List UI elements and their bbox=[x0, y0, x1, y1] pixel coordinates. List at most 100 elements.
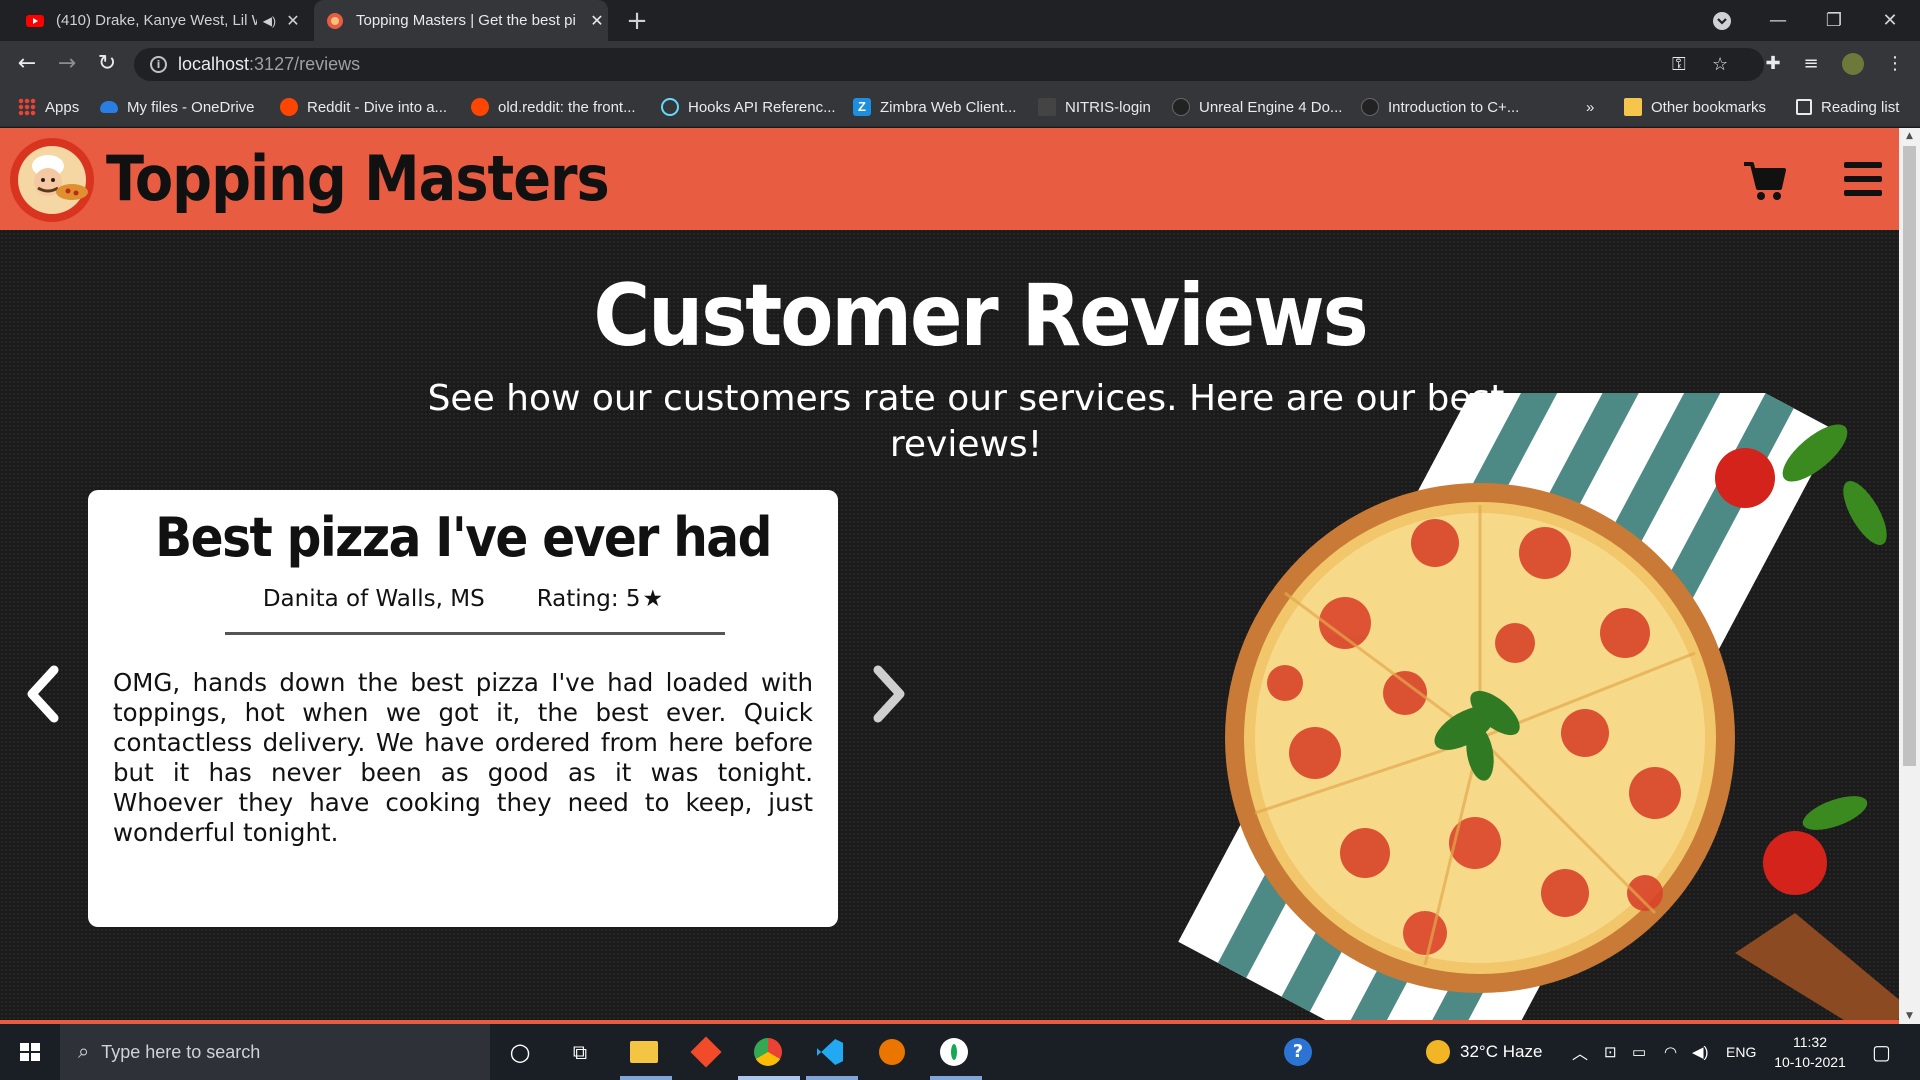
taskbar: ⌕ Type here to search ○ ⧉ ? 32°C Haze ︿ … bbox=[0, 1024, 1920, 1080]
clock-date: 10-10-2021 bbox=[1774, 1054, 1846, 1070]
mongodb-active-indicator bbox=[930, 1076, 982, 1080]
mongodb-compass-icon[interactable] bbox=[934, 1032, 974, 1072]
page-viewport: Topping Masters Customer Reviews See how… bbox=[0, 128, 1899, 1024]
clock[interactable]: 11:32 10-10-2021 bbox=[1768, 1032, 1852, 1072]
url-text[interactable]: localhost:3127/reviews bbox=[178, 48, 360, 81]
chrome-icon[interactable] bbox=[748, 1032, 788, 1072]
bookmark-unreal[interactable]: Unreal Engine 4 Do... bbox=[1172, 87, 1342, 127]
tray-overflow-chevron-icon[interactable]: ︿ bbox=[1572, 1024, 1588, 1080]
browser-tab-strip: (410) Drake, Kanye West, Lil W ◀) ✕ Topp… bbox=[0, 0, 1920, 41]
close-tab-icon[interactable]: ✕ bbox=[282, 11, 304, 31]
git-app-icon[interactable] bbox=[686, 1032, 726, 1072]
language-indicator[interactable]: ENG bbox=[1726, 1024, 1756, 1080]
restore-icon[interactable]: ❐ bbox=[1806, 0, 1862, 41]
network-icon[interactable]: ⊡ bbox=[1604, 1024, 1617, 1080]
bookmark-nitris[interactable]: NITRIS-login bbox=[1038, 87, 1151, 127]
zimbra-icon: Z bbox=[853, 98, 871, 116]
explorer-active-indicator bbox=[620, 1076, 672, 1080]
bookmark-intro-cpp[interactable]: Introduction to C+... bbox=[1361, 87, 1519, 127]
review-author: Danita of Walls, MS bbox=[262, 586, 485, 612]
tab-title: Topping Masters | Get the best pi bbox=[356, 12, 576, 29]
clock-time: 11:32 bbox=[1793, 1034, 1827, 1050]
carousel-next-icon[interactable] bbox=[868, 664, 908, 724]
search-icon: ⌕ bbox=[78, 1040, 90, 1063]
tab-search-icon[interactable] bbox=[1694, 0, 1750, 41]
more-menu-icon[interactable]: ⋮ bbox=[1878, 41, 1912, 87]
reading-list-icon bbox=[1796, 99, 1812, 115]
bookmark-zimbra[interactable]: Z Zimbra Web Client... bbox=[853, 87, 1016, 127]
bookmark-other[interactable]: Other bookmarks bbox=[1624, 87, 1766, 127]
minimize-icon[interactable]: — bbox=[1750, 0, 1806, 41]
new-tab-button[interactable]: + bbox=[622, 6, 652, 36]
bookmark-hooks-api[interactable]: Hooks API Referenc... bbox=[661, 87, 836, 127]
bookmark-apps[interactable]: Apps bbox=[18, 87, 79, 127]
bookmark-onedrive[interactable]: My files - OneDrive bbox=[100, 87, 255, 127]
wifi-icon[interactable]: ◠ bbox=[1664, 1024, 1677, 1080]
scroll-down-icon[interactable]: ▼ bbox=[1899, 1008, 1920, 1024]
media-control-icon[interactable]: ≡ bbox=[1794, 41, 1828, 87]
nitris-icon bbox=[1038, 98, 1056, 116]
topping-masters-favicon-icon bbox=[327, 12, 343, 29]
taskbar-search[interactable]: ⌕ Type here to search bbox=[60, 1024, 490, 1080]
hamburger-menu-icon[interactable] bbox=[1844, 162, 1882, 196]
review-card: Best pizza I've ever had Danita of Walls… bbox=[88, 490, 838, 927]
review-body: OMG, hands down the best pizza I've had … bbox=[113, 668, 813, 847]
cortana-icon[interactable]: ○ bbox=[500, 1032, 540, 1072]
bookmarks-bar: Apps My files - OneDrive Reddit - Dive i… bbox=[0, 87, 1920, 127]
blender-icon[interactable] bbox=[872, 1032, 912, 1072]
reading-list[interactable]: Reading list bbox=[1796, 87, 1899, 127]
bookmark-star-icon[interactable]: ☆ bbox=[1712, 48, 1728, 81]
review-meta: Danita of Walls, MS Rating: 5★ bbox=[88, 586, 838, 612]
tab-title: (410) Drake, Kanye West, Lil W bbox=[56, 12, 257, 29]
reload-icon[interactable]: ↻ bbox=[90, 41, 124, 87]
help-icon[interactable]: ? bbox=[1278, 1032, 1318, 1072]
weather-sun-icon bbox=[1426, 1040, 1450, 1064]
scroll-up-icon[interactable]: ▲ bbox=[1899, 128, 1920, 144]
page-title: Customer Reviews bbox=[593, 266, 1368, 366]
chef-pizza-logo-icon[interactable] bbox=[8, 136, 96, 224]
apps-grid-icon bbox=[18, 98, 36, 116]
review-rating: Rating: 5★ bbox=[536, 586, 664, 612]
reddit-icon bbox=[280, 98, 298, 116]
unreal-engine-icon bbox=[1172, 98, 1190, 116]
vscode-active-indicator bbox=[806, 1076, 858, 1080]
speaker-icon[interactable]: ◀) bbox=[263, 14, 276, 28]
star-icon: ★ bbox=[642, 586, 664, 612]
site-header: Topping Masters bbox=[0, 128, 1899, 230]
brand-name[interactable]: Topping Masters bbox=[106, 142, 610, 215]
page-scrollbar[interactable]: ▲ ▼ bbox=[1899, 128, 1920, 1024]
bookmark-old-reddit[interactable]: old.reddit: the front... bbox=[471, 87, 636, 127]
file-explorer-icon[interactable] bbox=[624, 1032, 664, 1072]
close-tab-icon[interactable]: ✕ bbox=[586, 11, 608, 31]
tab-youtube[interactable]: (410) Drake, Kanye West, Lil W ◀) ✕ bbox=[14, 0, 304, 41]
search-placeholder: Type here to search bbox=[101, 1041, 261, 1062]
vscode-icon[interactable] bbox=[810, 1032, 850, 1072]
tab-topping-masters[interactable]: Topping Masters | Get the best pi ✕ bbox=[314, 0, 608, 41]
review-title: Best pizza I've ever had bbox=[155, 506, 772, 569]
react-icon bbox=[661, 98, 679, 116]
bookmarks-overflow-chevron[interactable]: » bbox=[1586, 87, 1594, 127]
carousel-prev-icon[interactable] bbox=[24, 664, 64, 724]
notifications-icon[interactable]: ▢ bbox=[1872, 1024, 1891, 1080]
forward-icon[interactable]: → bbox=[50, 41, 84, 87]
weather-widget[interactable]: 32°C Haze bbox=[1426, 1024, 1542, 1080]
pizza-image bbox=[1178, 393, 1899, 1024]
bookmark-reddit[interactable]: Reddit - Dive into a... bbox=[280, 87, 447, 127]
task-view-icon[interactable]: ⧉ bbox=[560, 1032, 600, 1072]
site-info-icon[interactable]: i bbox=[150, 56, 167, 73]
key-icon[interactable]: ⚿ bbox=[1672, 48, 1686, 81]
profile-avatar-icon[interactable] bbox=[1836, 41, 1870, 87]
cart-icon[interactable] bbox=[1742, 158, 1786, 202]
reddit-icon bbox=[471, 98, 489, 116]
back-icon[interactable]: ← bbox=[10, 41, 44, 87]
windows-start-icon[interactable] bbox=[0, 1024, 60, 1080]
address-bar[interactable]: i localhost:3127/reviews ⚿ ☆ bbox=[134, 48, 1764, 81]
close-window-icon[interactable]: ✕ bbox=[1862, 0, 1918, 41]
review-divider bbox=[225, 632, 725, 635]
extensions-icon[interactable]: ✚ bbox=[1756, 41, 1790, 87]
browser-toolbar: ← → ↻ i localhost:3127/reviews ⚿ ☆ ✚ ≡ ⋮ bbox=[0, 41, 1920, 87]
scrollbar-thumb[interactable] bbox=[1903, 146, 1916, 766]
folder-icon bbox=[1624, 98, 1642, 116]
battery-icon[interactable]: ▭ bbox=[1632, 1024, 1646, 1080]
volume-icon[interactable]: ◀) bbox=[1692, 1024, 1709, 1080]
